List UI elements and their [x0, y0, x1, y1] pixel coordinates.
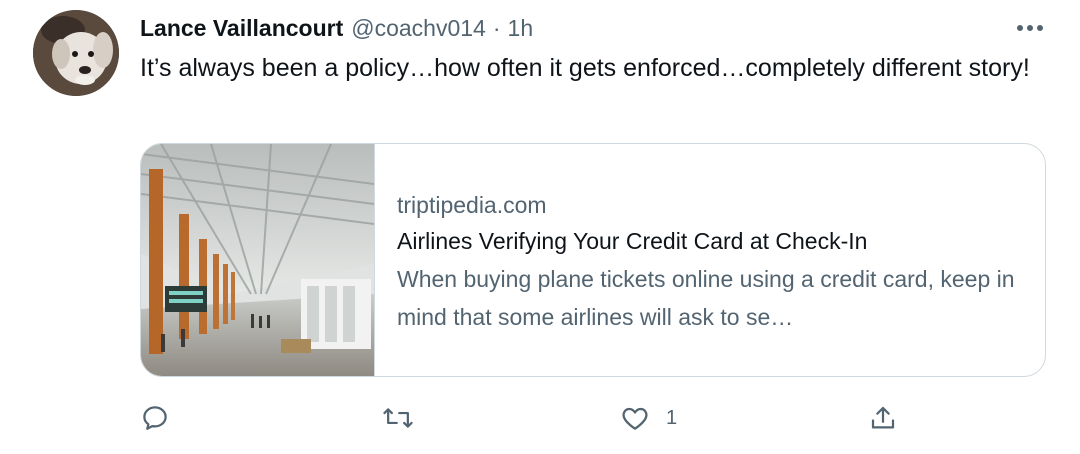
dog-avatar-icon: [33, 10, 119, 96]
card-body: triptipedia.com Airlines Verifying Your …: [397, 188, 1017, 336]
card-description: When buying plane tickets online using a…: [397, 266, 1015, 330]
card-domain: triptipedia.com: [397, 192, 547, 218]
share-button[interactable]: [868, 398, 898, 438]
tweet-timestamp[interactable]: 1h: [508, 15, 534, 42]
tweet-text: It’s always been a policy…how often it g…: [140, 54, 1030, 82]
card-image[interactable]: [141, 144, 375, 376]
author-avatar[interactable]: [33, 10, 119, 96]
more-horizontal-icon: [1017, 25, 1043, 31]
reply-button[interactable]: [140, 398, 170, 438]
tweet[interactable]: Lance Vaillancourt @coachv014 · 1h It’s …: [0, 0, 1080, 454]
more-options-button[interactable]: [1012, 16, 1048, 40]
separator-dot: ·: [492, 14, 501, 41]
like-button[interactable]: 1: [620, 398, 677, 438]
tweet-header: Lance Vaillancourt @coachv014 · 1h: [140, 10, 533, 46]
reply-icon: [143, 406, 167, 430]
retweet-button[interactable]: [382, 398, 414, 438]
author-name[interactable]: Lance Vaillancourt: [140, 15, 343, 42]
retweet-icon: [383, 408, 413, 428]
author-handle[interactable]: @coachv014: [351, 15, 486, 42]
link-card[interactable]: triptipedia.com Airlines Verifying Your …: [140, 143, 1046, 377]
like-count: 1: [666, 406, 678, 429]
airport-terminal-photo: [141, 144, 374, 376]
card-title[interactable]: Airlines Verifying Your Credit Card at C…: [397, 222, 1017, 260]
share-icon: [871, 406, 895, 429]
heart-icon: [622, 407, 648, 430]
tweet-actions: 1: [0, 398, 1080, 438]
